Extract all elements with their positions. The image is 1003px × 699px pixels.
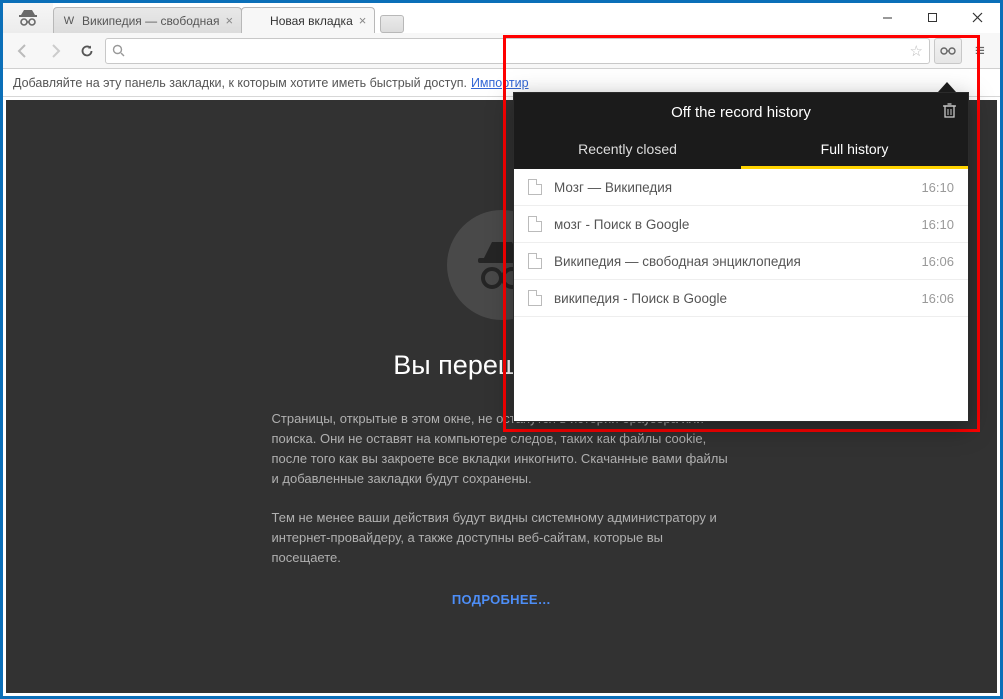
tabs-row: W Википедия — свободная × Новая вкладка … [53, 3, 865, 33]
history-item-title: мозг - Поиск в Google [554, 217, 921, 232]
history-item[interactable]: википедия - Поиск в Google 16:06 [514, 280, 968, 317]
incognito-icon [17, 8, 39, 28]
back-button[interactable] [9, 37, 37, 65]
tab-recently-closed[interactable]: Recently closed [514, 131, 741, 169]
document-icon [528, 290, 542, 306]
forward-button[interactable] [41, 37, 69, 65]
history-item-time: 16:06 [921, 254, 954, 269]
maximize-button[interactable] [910, 3, 955, 31]
reload-button[interactable] [73, 37, 101, 65]
popup-arrow [938, 82, 956, 92]
history-item-title: Мозг — Википедия [554, 180, 921, 195]
window-controls [865, 3, 1000, 31]
clear-history-button[interactable] [943, 103, 956, 118]
popup-header: Off the record history Recently closed F… [514, 93, 968, 169]
incognito-paragraph: Тем не менее ваши действия будут видны с… [272, 508, 732, 568]
incognito-badge [3, 3, 53, 33]
history-item[interactable]: мозг - Поиск в Google 16:10 [514, 206, 968, 243]
history-item-title: Википедия — свободная энциклопедия [554, 254, 921, 269]
history-item[interactable]: Мозг — Википедия 16:10 [514, 169, 968, 206]
history-popup: Off the record history Recently closed F… [513, 92, 969, 422]
tab-full-history[interactable]: Full history [741, 131, 968, 169]
import-bookmarks-link[interactable]: Импортир [471, 76, 529, 90]
extension-button[interactable] [934, 38, 962, 64]
history-item[interactable]: Википедия — свободная энциклопедия 16:06 [514, 243, 968, 280]
history-item-time: 16:10 [921, 217, 954, 232]
history-item-time: 16:06 [921, 291, 954, 306]
address-bar[interactable]: ☆ [105, 38, 930, 64]
arrow-right-icon [47, 43, 63, 59]
tab-label: Новая вкладка [270, 14, 353, 28]
trash-icon [943, 103, 956, 118]
reload-icon [79, 43, 95, 59]
minimize-button[interactable] [865, 3, 910, 31]
tab-close-icon[interactable]: × [225, 13, 233, 28]
arrow-left-icon [15, 43, 31, 59]
learn-more-link[interactable]: ПОДРОБНЕЕ… [452, 592, 551, 607]
popup-title: Off the record history [671, 104, 811, 121]
hamburger-icon: ≡ [975, 41, 985, 61]
close-window-button[interactable] [955, 3, 1000, 31]
window-titlebar: W Википедия — свободная × Новая вкладка … [3, 3, 1000, 33]
search-icon [112, 44, 125, 57]
bookmark-star-icon[interactable]: ☆ [910, 42, 923, 60]
blank-favicon [250, 14, 264, 28]
browser-tab[interactable]: Новая вкладка × [241, 7, 375, 33]
history-item-time: 16:10 [921, 180, 954, 195]
bookmarks-hint-text: Добавляйте на эту панель закладки, к кот… [13, 76, 467, 90]
new-tab-button[interactable] [380, 15, 404, 33]
document-icon [528, 179, 542, 195]
history-list: Мозг — Википедия 16:10 мозг - Поиск в Go… [514, 169, 968, 421]
main-menu-button[interactable]: ≡ [966, 37, 994, 65]
address-input[interactable] [131, 43, 904, 58]
document-icon [528, 253, 542, 269]
document-icon [528, 216, 542, 232]
tab-close-icon[interactable]: × [359, 13, 367, 28]
glasses-icon [940, 46, 956, 56]
tab-label: Википедия — свободная [82, 14, 219, 28]
browser-tab[interactable]: W Википедия — свободная × [53, 7, 242, 33]
history-item-title: википедия - Поиск в Google [554, 291, 921, 306]
browser-toolbar: ☆ ≡ [3, 33, 1000, 69]
wikipedia-favicon: W [62, 14, 76, 28]
